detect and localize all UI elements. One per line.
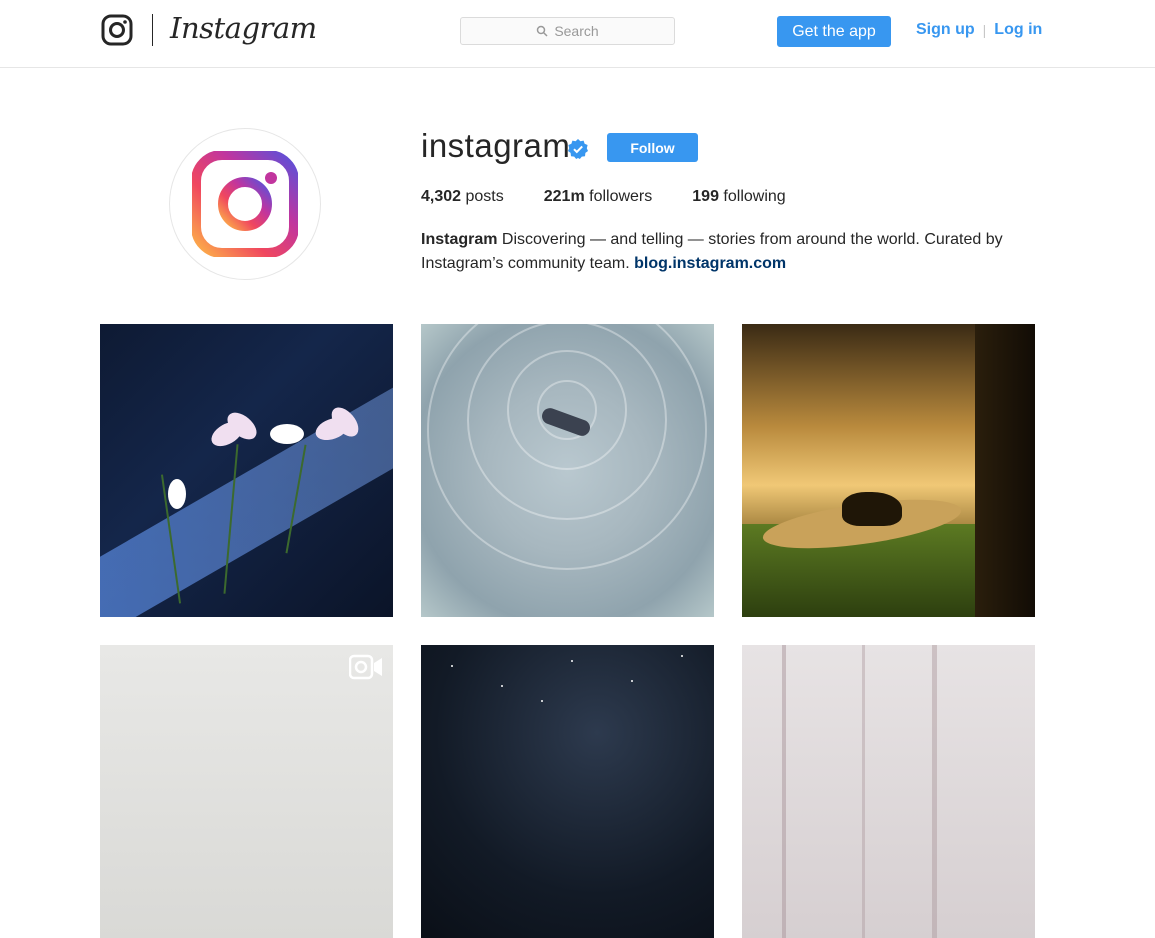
auth-separator: | [982,22,987,38]
following-label: following [723,188,786,205]
post-thumbnail-misty-forest[interactable] [742,645,1035,938]
followers-count[interactable]: 221m followers [544,188,653,206]
instagram-wordmark[interactable]: Instagram [170,11,317,45]
posts-label: posts [465,188,504,205]
deer-silhouette [842,492,902,526]
profile-avatar[interactable] [169,128,321,280]
post-thumbnail-flowers[interactable] [100,324,393,617]
posts-count: 4,302 posts [421,188,504,206]
auth-links: Sign up | Log in [916,21,1042,39]
instagram-app-icon [192,151,298,257]
posts-value: 4,302 [421,188,462,205]
profile-bio: Instagram Discovering — and telling — st… [421,228,1021,276]
tree-trunk [975,324,1035,617]
ripple [427,324,707,570]
followers-value: 221m [543,188,585,205]
star [451,665,453,667]
search-input[interactable]: Search [460,17,675,45]
bio-website-link[interactable]: blog.instagram.com [634,255,786,272]
bio-full-name: Instagram [421,231,498,248]
flower [168,479,186,509]
profile-stats: 4,302 posts 221m followers 199 following [421,188,826,206]
follow-button[interactable]: Follow [607,133,698,162]
search-placeholder: Search [554,23,599,39]
tree-trunk [932,645,937,938]
post-thumbnail-water[interactable] [421,324,714,617]
logo-divider [152,14,153,46]
light-beam [100,353,393,617]
instagram-glyph-icon[interactable] [101,14,133,46]
tree-trunk [862,645,865,938]
star [541,700,543,702]
verified-badge-icon [568,139,588,159]
top-navigation-bar: Instagram Search Get the app Sign up | L… [0,0,1155,68]
post-thumbnail-night-sky[interactable] [421,645,714,938]
get-the-app-button[interactable]: Get the app [777,16,891,47]
search-icon [537,25,548,37]
post-thumbnail-deer[interactable] [742,324,1035,617]
profile-username: instagram [421,127,571,164]
sign-up-link[interactable]: Sign up [916,21,975,39]
followers-label: followers [589,188,653,205]
star [501,685,503,687]
star [681,655,683,657]
flower [270,424,304,444]
post-thumbnail-video[interactable] [100,645,393,938]
video-icon [349,654,382,680]
following-count[interactable]: 199 following [692,188,785,206]
star [631,680,633,682]
log-in-link[interactable]: Log in [994,21,1042,39]
following-value: 199 [692,188,719,205]
star [571,660,573,662]
tree-trunk [782,645,786,938]
